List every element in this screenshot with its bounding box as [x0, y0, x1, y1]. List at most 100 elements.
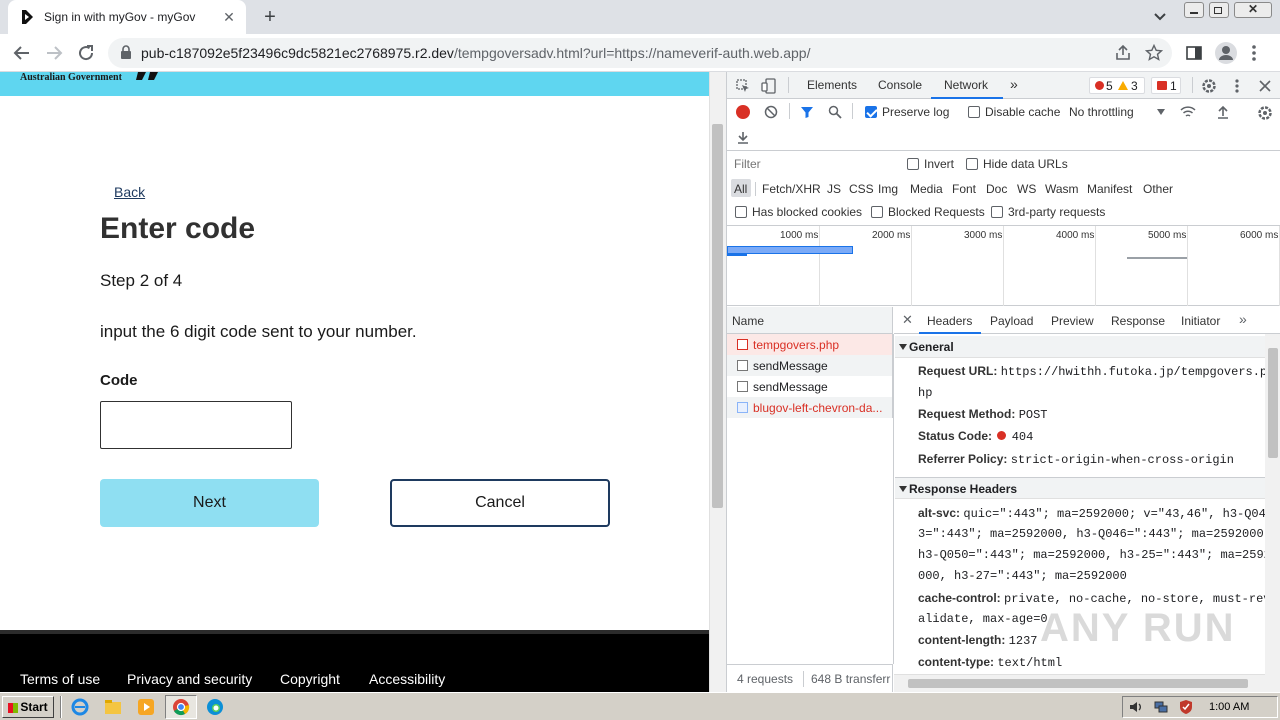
footer-link-privacy[interactable]: Privacy and security [127, 671, 252, 687]
tab-payload[interactable]: Payload [990, 314, 1033, 328]
filter-type-other[interactable]: Other [1143, 182, 1173, 196]
filter-type-js[interactable]: JS [827, 182, 841, 196]
issues-counter[interactable]: 1 [1151, 77, 1181, 94]
page-scrollbar-thumb[interactable] [712, 124, 723, 508]
back-link[interactable]: Back [114, 184, 145, 200]
close-window-icon[interactable]: ✕ [1234, 2, 1272, 18]
header-key: content-length: [918, 633, 1006, 647]
hide-data-urls-checkbox[interactable] [966, 158, 978, 170]
security-shield-tray-icon[interactable] [1178, 699, 1194, 715]
general-section-header[interactable]: General [895, 336, 1265, 358]
tab-initiator[interactable]: Initiator [1181, 314, 1220, 328]
internet-explorer-icon[interactable] [70, 697, 90, 717]
profile-avatar-icon[interactable] [1214, 41, 1238, 65]
network-conditions-wifi-icon[interactable] [1180, 105, 1196, 119]
edge-icon[interactable] [205, 697, 225, 717]
import-har-upload-icon[interactable] [1216, 105, 1230, 119]
tab-console[interactable]: Console [878, 78, 922, 92]
tab-headers[interactable]: Headers [927, 314, 972, 328]
new-tab-icon[interactable]: + [258, 6, 282, 28]
devtools-divider [788, 77, 789, 93]
minimize-window-icon[interactable] [1184, 2, 1204, 18]
invert-checkbox[interactable] [907, 158, 919, 170]
browser-menu-icon[interactable] [1248, 44, 1260, 62]
filter-type-media[interactable]: Media [910, 182, 943, 196]
footer-link-copyright[interactable]: Copyright [280, 671, 340, 687]
error-warning-counter[interactable]: 5 3 [1089, 77, 1145, 94]
more-tabs-icon[interactable]: » [1010, 76, 1018, 92]
filter-type-img[interactable]: Img [878, 182, 898, 196]
headers-horizontal-scrollbar[interactable] [894, 674, 1265, 692]
tab-response[interactable]: Response [1111, 314, 1165, 328]
share-icon[interactable] [1114, 44, 1132, 62]
next-button[interactable]: Next [100, 479, 319, 527]
filter-type-manifest[interactable]: Manifest [1087, 182, 1132, 196]
more-detail-tabs-icon[interactable]: » [1239, 311, 1247, 327]
url-text[interactable]: pub-c187092e5f23496c9dc5821ec2768975.r2.… [141, 45, 810, 61]
devtools-close-icon[interactable] [1258, 79, 1272, 93]
volume-icon[interactable] [1128, 700, 1144, 714]
start-button[interactable]: Start [2, 696, 54, 718]
devtools-menu-icon[interactable] [1233, 78, 1241, 94]
restore-window-icon[interactable] [1209, 2, 1229, 18]
status-divider [803, 671, 804, 687]
bookmark-star-icon[interactable] [1145, 44, 1163, 62]
forward-arrow-icon[interactable] [42, 41, 66, 65]
browser-tab[interactable]: Sign in with myGov - myGov ✕ [8, 0, 246, 34]
horizontal-scrollbar-thumb[interactable] [908, 679, 1248, 688]
footer-link-accessibility[interactable]: Accessibility [369, 671, 445, 687]
cancel-button[interactable]: Cancel [390, 479, 610, 527]
has-blocked-cookies-checkbox[interactable] [735, 206, 747, 218]
media-player-icon[interactable] [136, 697, 156, 717]
code-input[interactable] [100, 401, 292, 449]
headers-scrollbar-thumb[interactable] [1268, 348, 1278, 458]
chrome-icon[interactable] [171, 697, 191, 717]
request-row-sendmessage[interactable]: sendMessage [727, 355, 893, 376]
filter-funnel-icon[interactable] [800, 105, 814, 119]
request-list-header[interactable]: Name [727, 307, 893, 334]
tab-preview[interactable]: Preview [1051, 314, 1094, 328]
network-settings-gear-icon[interactable] [1257, 105, 1273, 121]
filter-type-css[interactable]: CSS [849, 182, 874, 196]
tab-elements[interactable]: Elements [807, 78, 857, 92]
devtools-settings-gear-icon[interactable] [1201, 78, 1217, 94]
response-headers-section-header[interactable]: Response Headers [895, 477, 1265, 499]
filter-type-fetch-xhr[interactable]: Fetch/XHR [762, 182, 821, 196]
filter-type-font[interactable]: Font [952, 182, 976, 196]
filter-type-ws[interactable]: WS [1017, 182, 1036, 196]
network-timeline-overview[interactable]: 1000 ms 2000 ms 3000 ms 4000 ms 5000 ms … [727, 225, 1280, 306]
blocked-requests-checkbox[interactable] [871, 206, 883, 218]
search-icon[interactable] [828, 105, 842, 119]
throttling-select[interactable]: No throttling [1069, 105, 1134, 119]
back-arrow-icon[interactable] [10, 41, 34, 65]
export-har-download-icon[interactable] [736, 130, 750, 144]
side-panel-icon[interactable] [1185, 44, 1203, 62]
lock-icon[interactable] [120, 45, 132, 60]
preserve-log-checkbox[interactable] [865, 106, 877, 118]
request-row-sendmessage[interactable]: sendMessage [727, 376, 893, 397]
filter-type-all[interactable]: All [734, 182, 747, 196]
filter-type-doc[interactable]: Doc [986, 182, 1007, 196]
request-row-blugov-chevron[interactable]: blugov-left-chevron-da... [727, 397, 893, 418]
clear-icon[interactable] [764, 105, 778, 119]
device-toolbar-icon[interactable] [761, 78, 777, 94]
inspect-element-icon[interactable] [736, 79, 750, 93]
tab-close-icon[interactable]: ✕ [220, 8, 238, 26]
footer-link-terms[interactable]: Terms of use [20, 671, 100, 687]
disable-cache-checkbox[interactable] [968, 106, 980, 118]
tab-search-chevron-icon[interactable] [1150, 8, 1170, 26]
third-party-requests-checkbox[interactable] [991, 206, 1003, 218]
request-row-tempgovers[interactable]: tempgovers.php [727, 334, 893, 355]
network-filter-input[interactable] [727, 155, 894, 173]
file-explorer-icon[interactable] [103, 697, 123, 717]
record-icon[interactable] [736, 105, 750, 119]
throttling-dropdown-icon[interactable] [1157, 109, 1165, 115]
header-key: alt-svc: [918, 506, 961, 520]
taskbar-clock[interactable]: 1:00 AM [1209, 701, 1249, 713]
reload-icon[interactable] [74, 41, 98, 65]
header-value: POST [1018, 408, 1048, 422]
tab-network[interactable]: Network [944, 78, 988, 92]
filter-type-wasm[interactable]: Wasm [1045, 182, 1079, 196]
close-detail-icon[interactable]: ✕ [902, 312, 913, 328]
network-tray-icon[interactable] [1153, 700, 1169, 714]
